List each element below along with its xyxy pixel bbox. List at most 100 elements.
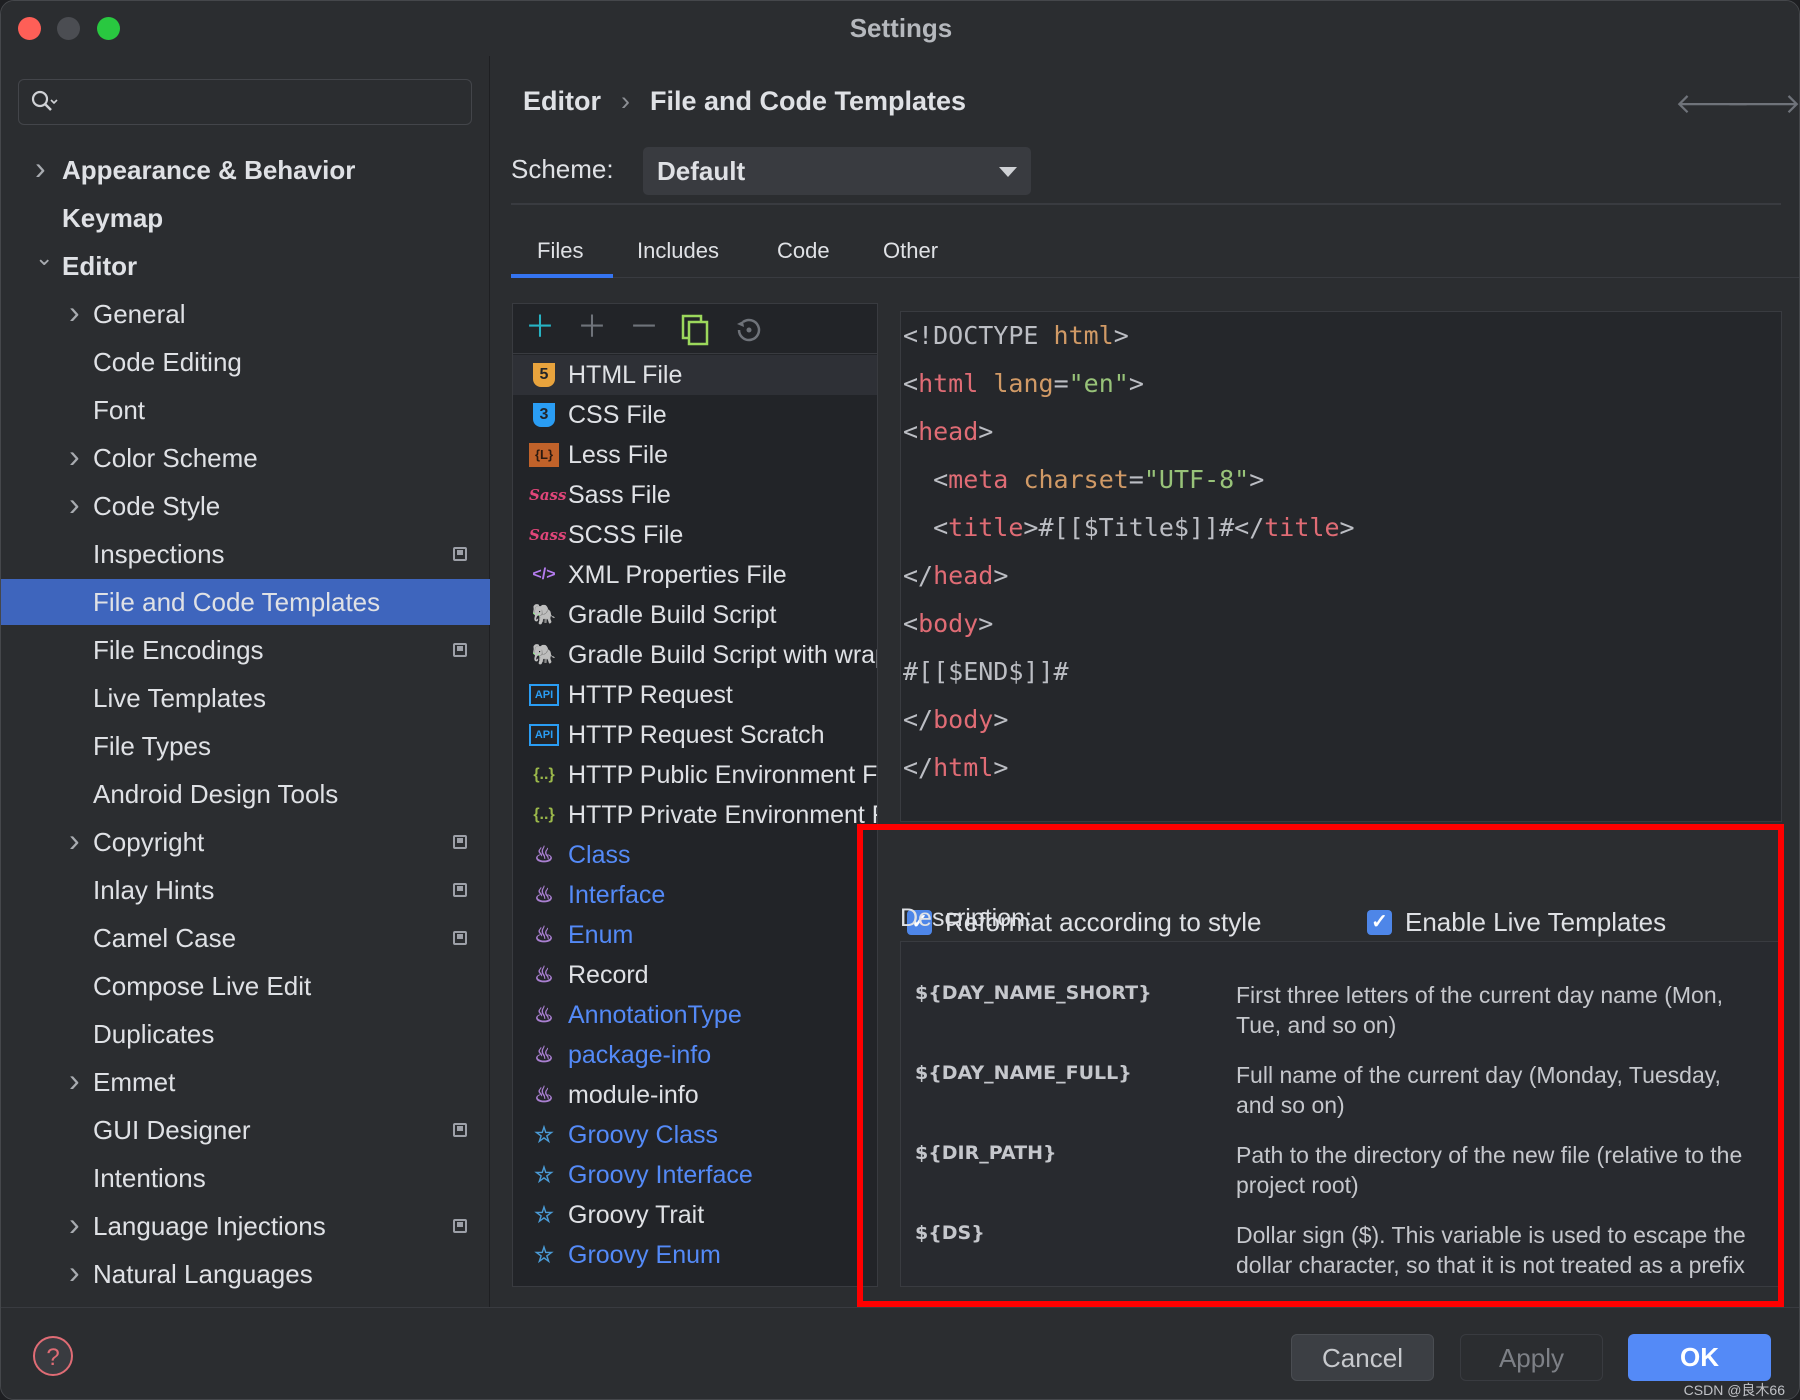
chevron-right-icon[interactable]: ›: [69, 433, 80, 479]
template-list-item[interactable]: ♨ Enum: [513, 915, 877, 955]
project-settings-icon: [453, 643, 467, 657]
template-list-item[interactable]: {..} HTTP Public Environment File: [513, 755, 877, 795]
chevron-right-icon[interactable]: ›: [69, 481, 80, 527]
template-list-item[interactable]: Sass Sass File: [513, 475, 877, 515]
template-list-item[interactable]: API HTTP Request: [513, 675, 877, 715]
variable-name: ${DIR_PATH}: [915, 1142, 1057, 1164]
json-braces-icon: {..}: [533, 806, 555, 823]
sidebar-item-label: Inlay Hints: [93, 875, 215, 905]
template-list-item[interactable]: ♨ Record: [513, 955, 877, 995]
sidebar-item-copyright[interactable]: › Copyright: [1, 819, 490, 865]
template-list-item[interactable]: ♨ package-info: [513, 1035, 877, 1075]
tab-includes[interactable]: Includes: [637, 238, 719, 264]
template-name: module-info: [568, 1081, 699, 1109]
forward-arrow-icon[interactable]: 🡒: [1726, 86, 1799, 120]
sidebar-item-live-templates[interactable]: Live Templates: [1, 675, 490, 721]
template-list-item[interactable]: ☆ Groovy Trait: [513, 1195, 877, 1235]
sidebar-item-editor[interactable]: ⌄ Editor: [1, 243, 490, 289]
variable-name: ${DAY_NAME_SHORT}: [915, 982, 1152, 1004]
sidebar-item-code-editing[interactable]: Code Editing: [1, 339, 490, 385]
code-token: <: [903, 465, 949, 494]
template-list-item[interactable]: </> XML Properties File: [513, 555, 877, 595]
code-token: meta: [948, 465, 1009, 494]
project-settings-icon: [453, 547, 467, 561]
template-list-item[interactable]: ♨ Interface: [513, 875, 877, 915]
sidebar-item-compose-live-edit[interactable]: Compose Live Edit: [1, 963, 490, 1009]
template-list-item[interactable]: ♨ Class: [513, 835, 877, 875]
sidebar-item-duplicates[interactable]: Duplicates: [1, 1011, 490, 1057]
tab-divider: [511, 277, 1799, 278]
template-list-item[interactable]: 🐘 Gradle Build Script with wrapper: [513, 635, 877, 675]
sidebar-item-inlay-hints[interactable]: Inlay Hints: [1, 867, 490, 913]
sidebar-item-camel-case[interactable]: Camel Case: [1, 915, 490, 961]
template-list-item[interactable]: ☆ Groovy Interface: [513, 1155, 877, 1195]
sidebar-item-file-and-code-templates[interactable]: File and Code Templates: [1, 579, 490, 625]
template-list-item[interactable]: Sass SCSS File: [513, 515, 877, 555]
add-child-button[interactable]: ＋: [577, 312, 607, 344]
sidebar-item-emmet[interactable]: › Emmet: [1, 1059, 490, 1105]
apply-button[interactable]: Apply: [1460, 1334, 1603, 1381]
ok-button[interactable]: OK: [1628, 1334, 1771, 1381]
template-name: Less File: [568, 441, 669, 469]
breadcrumb-parent[interactable]: Editor: [523, 86, 601, 117]
remove-template-button[interactable]: －: [629, 312, 659, 344]
chevron-down-icon: [999, 167, 1017, 177]
scheme-value: Default: [657, 156, 746, 186]
scheme-dropdown[interactable]: Default: [643, 147, 1031, 195]
sidebar-item-file-types[interactable]: File Types: [1, 723, 490, 769]
chevron-down-icon[interactable]: ⌄: [35, 235, 53, 281]
template-list-item[interactable]: ☆ Groovy Enum: [513, 1235, 877, 1275]
sidebar-item-appearance-behavior[interactable]: › Appearance & Behavior: [1, 147, 490, 193]
sidebar-item-font[interactable]: Font: [1, 387, 490, 433]
code-token: >: [1128, 369, 1144, 398]
chevron-right-icon[interactable]: ›: [69, 817, 80, 863]
sidebar-item-color-scheme[interactable]: › Color Scheme: [1, 435, 490, 481]
sidebar-item-language-injections[interactable]: › Language Injections: [1, 1203, 490, 1249]
sidebar-item-android-design-tools[interactable]: Android Design Tools: [1, 771, 490, 817]
tab-files[interactable]: Files: [537, 238, 583, 264]
sidebar-item-file-encodings[interactable]: File Encodings: [1, 627, 490, 673]
description-panel[interactable]: ${DAY_NAME_SHORT} First three letters of …: [900, 941, 1780, 1287]
template-code-editor[interactable]: <!DOCTYPE html> <html lang="en"> <head> <m…: [900, 311, 1782, 822]
tab-code[interactable]: Code: [777, 238, 830, 264]
variable-description: Path to the directory of the new file (r…: [1236, 1142, 1743, 1198]
template-list-item[interactable]: ☆ Groovy Class: [513, 1115, 877, 1155]
scheme-label: Scheme:: [511, 154, 614, 184]
reset-icon[interactable]: [733, 314, 765, 346]
chevron-right-icon[interactable]: ›: [35, 145, 46, 191]
chevron-right-icon[interactable]: ›: [69, 1057, 80, 1103]
chevron-right-icon[interactable]: ›: [69, 1249, 80, 1295]
template-list-item[interactable]: ♨ AnnotationType: [513, 995, 877, 1035]
template-list-item[interactable]: {L} Less File: [513, 435, 877, 475]
description-label: Description:: [900, 904, 1032, 932]
sidebar-item-label: Live Templates: [93, 683, 266, 713]
template-list-item[interactable]: API HTTP Request Scratch: [513, 715, 877, 755]
chevron-right-icon[interactable]: ›: [69, 1201, 80, 1247]
template-list-item[interactable]: 🐘 Gradle Build Script: [513, 595, 877, 635]
template-list-item[interactable]: ♨ module-info: [513, 1075, 877, 1115]
chevron-right-icon[interactable]: ›: [69, 289, 80, 335]
code-token: >: [993, 705, 1009, 734]
sidebar-item-natural-languages[interactable]: › Natural Languages: [1, 1251, 490, 1297]
cancel-button[interactable]: Cancel: [1291, 1334, 1434, 1381]
sidebar-item-code-style[interactable]: › Code Style: [1, 483, 490, 529]
template-list-item[interactable]: 5 HTML File: [513, 355, 877, 395]
live-templates-checkbox[interactable]: ✓: [1367, 910, 1392, 935]
code-token: >: [993, 561, 1009, 590]
sidebar-item-keymap[interactable]: Keymap: [1, 195, 490, 241]
help-button[interactable]: ?: [33, 1336, 73, 1376]
sidebar-item-gui-designer[interactable]: GUI Designer: [1, 1107, 490, 1153]
sidebar-item-inspections[interactable]: Inspections: [1, 531, 490, 577]
sidebar-item-intentions[interactable]: Intentions: [1, 1155, 490, 1201]
copy-template-icon[interactable]: [681, 314, 711, 346]
template-name: Gradle Build Script with wrapper: [568, 641, 877, 669]
template-list-item[interactable]: 3 CSS File: [513, 395, 877, 435]
code-token: </: [903, 705, 934, 734]
template-list-item[interactable]: {..} HTTP Private Environment File: [513, 795, 877, 835]
create-template-button[interactable]: ＋: [525, 312, 555, 344]
settings-sidebar: › Appearance & Behavior Keymap ⌄ Editor › Gene…: [1, 56, 490, 1307]
sidebar-item-label: Copyright: [93, 827, 205, 857]
tab-other[interactable]: Other: [883, 238, 938, 264]
sidebar-item-general[interactable]: › General: [1, 291, 490, 337]
settings-search-input[interactable]: [18, 79, 472, 125]
